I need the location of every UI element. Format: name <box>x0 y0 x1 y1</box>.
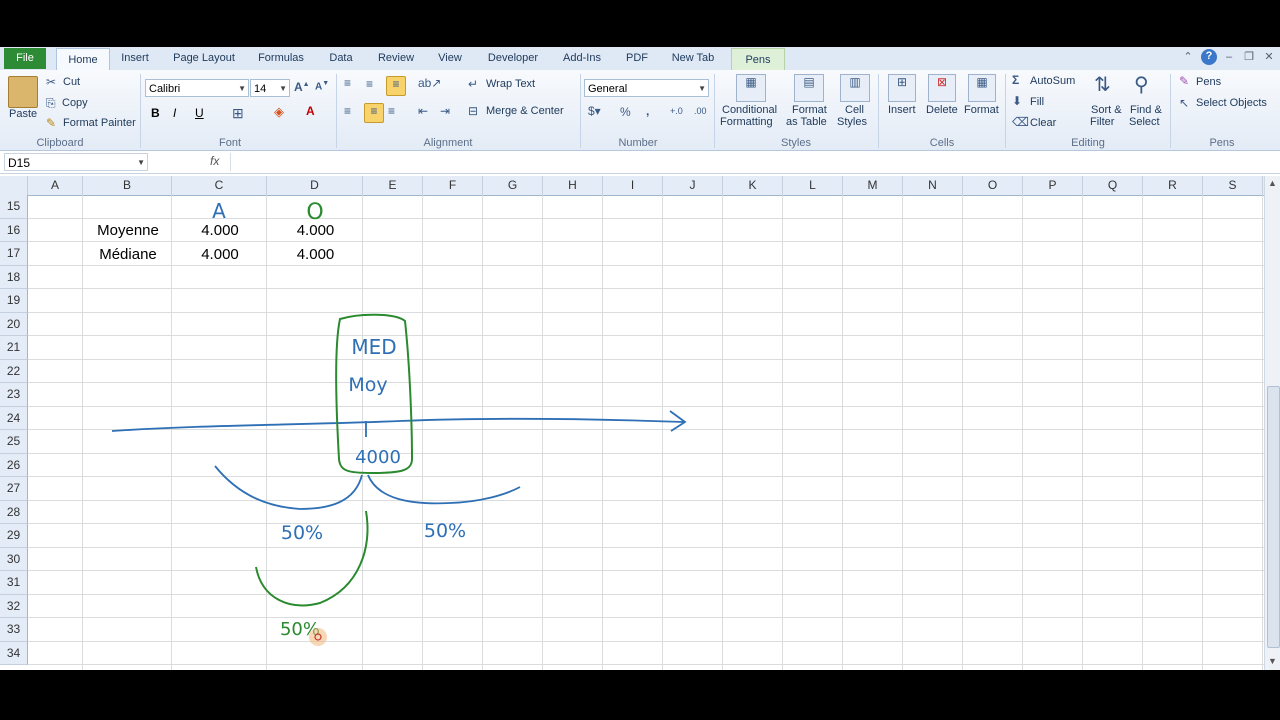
scroll-down-icon[interactable]: ▼ <box>1268 656 1277 666</box>
pen-cursor-icon <box>309 628 327 646</box>
window-close-icon[interactable]: ✕ <box>1262 50 1276 64</box>
ink-moy-label: Moy <box>348 374 387 396</box>
scrollbar-thumb[interactable] <box>1267 386 1280 648</box>
ink-right-brace <box>367 474 521 505</box>
ink-value-label: 4000 <box>355 447 401 468</box>
scroll-up-icon[interactable]: ▲ <box>1268 178 1277 188</box>
ink-med-label: MED <box>351 335 396 359</box>
ink-letter-a: A <box>212 199 226 223</box>
ink-axis-line <box>111 417 685 432</box>
ink-right-percent: 50% <box>424 520 466 542</box>
ink-annotation-layer: A O MED Moy 4000 50% 50% 50% <box>111 199 687 646</box>
ink-letter-o: O <box>306 200 323 225</box>
vertical-scrollbar[interactable]: ▲ ▼ <box>1264 176 1280 670</box>
ink-left-percent: 50% <box>281 522 323 544</box>
ink-left-brace <box>214 465 363 510</box>
excel-window: File Home Insert Page Layout Formulas Da… <box>0 47 1280 670</box>
